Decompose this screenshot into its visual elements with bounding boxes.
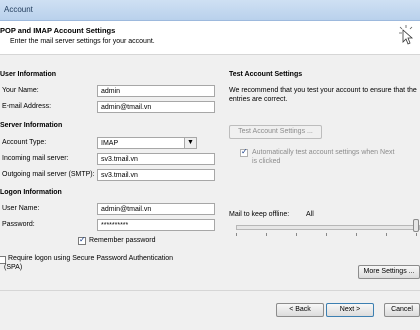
auto-test-checkbox[interactable] (240, 147, 248, 157)
chevron-down-icon[interactable]: ▼ (184, 138, 196, 148)
name-field[interactable]: admin (97, 85, 215, 97)
slider-tick (296, 233, 297, 236)
username-field[interactable]: admin@tmail.vn (97, 203, 215, 215)
name-label: Your Name: (2, 87, 39, 94)
slider-tick (326, 233, 327, 236)
account-type-select[interactable]: IMAP ▼ (97, 137, 197, 149)
auto-test-label-line2: is clicked (252, 158, 281, 165)
password-field[interactable]: ********** (97, 219, 215, 231)
incoming-server-field[interactable]: sv3.tmail.vn (97, 153, 215, 165)
incoming-server-label: Incoming mail server: (2, 155, 69, 162)
server-info-heading: Server Information (0, 122, 63, 129)
account-type-label: Account Type: (2, 139, 47, 146)
spa-checkbox[interactable] (0, 256, 6, 264)
cancel-button[interactable]: Cancel (384, 303, 420, 317)
test-settings-heading: Test Account Settings (229, 71, 303, 78)
pointer-sparkle-icon (399, 25, 414, 45)
slider-tick (386, 233, 387, 236)
window-title: Account (4, 5, 33, 14)
offline-label: Mail to keep offline: (229, 211, 290, 218)
offline-slider-track[interactable] (236, 225, 420, 230)
outgoing-server-field[interactable]: sv3.tmail.vn (97, 169, 215, 181)
email-field[interactable]: admin@tmail.vn (97, 101, 215, 113)
email-label: E-mail Address: (2, 103, 52, 110)
slider-tick (266, 233, 267, 236)
remember-password-checkbox[interactable] (78, 235, 86, 245)
account-type-value: IMAP (101, 140, 119, 147)
next-button[interactable]: Next > (326, 303, 374, 317)
test-account-settings-button[interactable]: Test Account Settings ... (229, 125, 322, 139)
user-info-heading: User Information (0, 71, 57, 78)
offline-value: All (306, 211, 314, 218)
auto-test-label-line1: Automatically test account settings when… (252, 149, 395, 156)
slider-tick (356, 233, 357, 236)
spa-label-line2: (SPA) (4, 264, 23, 271)
slider-tick (236, 233, 237, 236)
footer-divider (0, 290, 420, 291)
remember-password-label: Remember password (89, 237, 156, 244)
outgoing-server-label: Outgoing mail server (SMTP): (2, 171, 95, 178)
password-label: Password: (2, 221, 35, 228)
logon-info-heading: Logon Information (0, 189, 62, 196)
title-bar: Account (0, 0, 420, 21)
more-settings-button[interactable]: More Settings ... (358, 265, 420, 279)
username-label: User Name: (2, 205, 40, 212)
slider-tick (416, 233, 417, 236)
page-subtitle: Enter the mail server settings for your … (10, 38, 155, 45)
offline-slider-thumb[interactable] (413, 219, 419, 232)
header-panel: POP and IMAP Account Settings Enter the … (0, 21, 420, 55)
test-settings-description: We recommend that you test your account … (229, 87, 417, 103)
page-title: POP and IMAP Account Settings (0, 26, 116, 35)
spa-label-line1: Require logon using Secure Password Auth… (8, 255, 173, 262)
back-button[interactable]: < Back (276, 303, 324, 317)
